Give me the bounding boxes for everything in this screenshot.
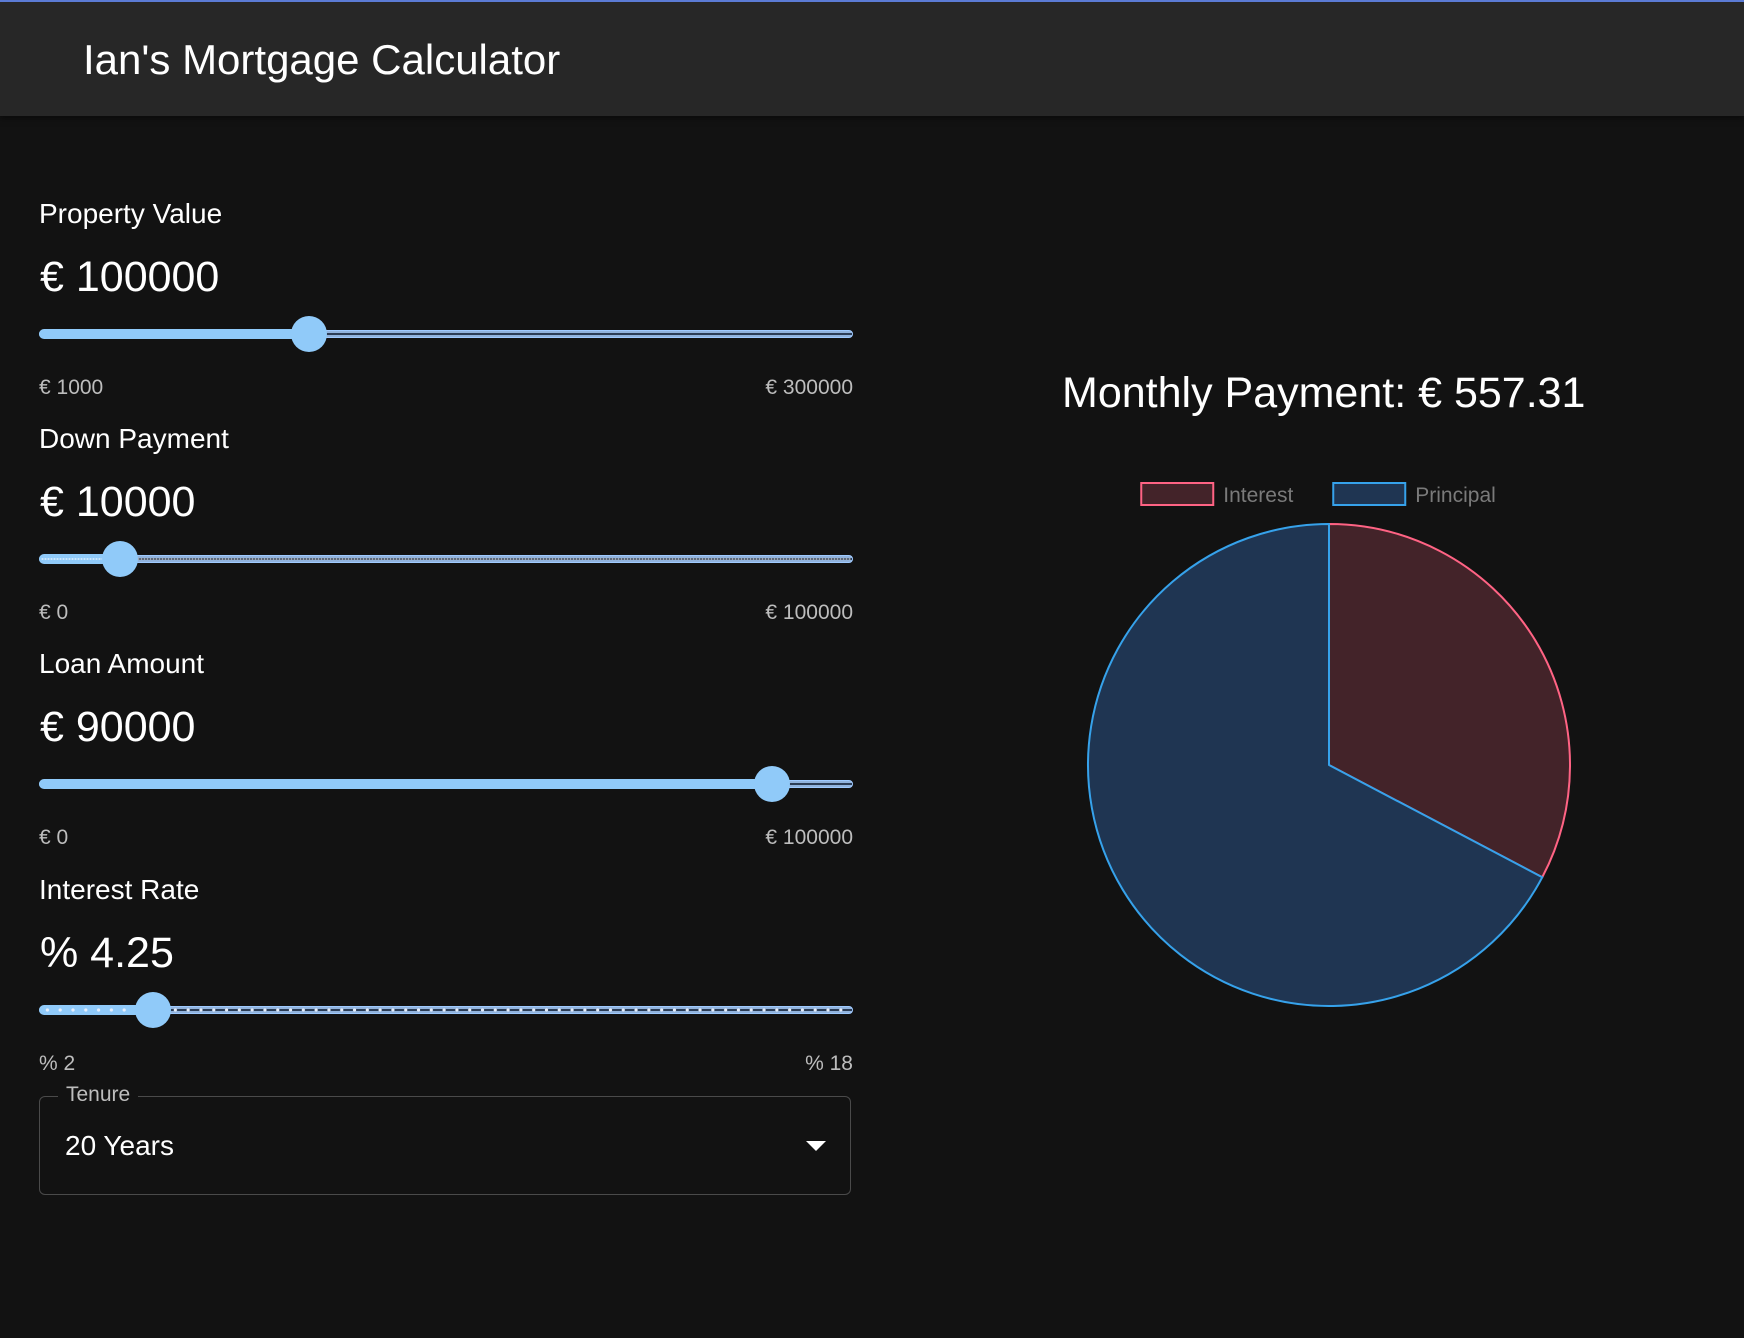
down-payment-label: Down Payment [39, 423, 229, 454]
interest-rate-max-label: % 18 [805, 1052, 853, 1075]
app-title: Ian's Mortgage Calculator [83, 36, 561, 83]
slider-fill [39, 779, 772, 789]
monthly-payment-heading: Monthly Payment: € 557.31 [1062, 369, 1586, 417]
property-value-max-label: € 300000 [765, 376, 853, 399]
down-payment-max-label: € 100000 [765, 601, 853, 624]
slider-thumb[interactable] [102, 541, 139, 577]
loan-amount-min-label: € 0 [39, 826, 69, 849]
legend-label-interest[interactable]: Interest [1223, 484, 1293, 507]
down-payment-slider[interactable] [39, 537, 853, 581]
property-value-amount: € 100000 [40, 253, 220, 301]
property-value-label: Property Value [39, 198, 223, 229]
down-payment-min-label: € 0 [39, 601, 69, 624]
interest-rate-slider[interactable] [39, 988, 853, 1032]
slider-step-marks [41, 557, 851, 561]
slider-thumb[interactable] [290, 316, 327, 352]
loan-amount-slider[interactable] [39, 762, 853, 806]
legend-swatch-principal[interactable] [1332, 482, 1407, 506]
interest-rate-label: Interest Rate [39, 874, 200, 905]
loan-amount-amount: € 90000 [40, 703, 196, 751]
slider-fill [39, 329, 309, 339]
loan-amount-max-label: € 100000 [765, 826, 853, 849]
property-value-min-label: € 1000 [39, 376, 104, 399]
legend-swatch-interest[interactable] [1140, 482, 1215, 506]
chart-legend: Interest Principal [1140, 482, 1496, 507]
property-value-control: Property Value € 100000 € 1000 € 300000 [39, 198, 853, 423]
dropdown-caret-icon[interactable] [806, 1141, 826, 1151]
slider-thumb[interactable] [753, 766, 790, 802]
interest-rate-control: Interest Rate % 4.25 % 2 % 18 [39, 874, 853, 1099]
loan-amount-control: Loan Amount € 90000 € 0 € 100000 [39, 648, 853, 873]
tenure-label: Tenure [58, 1081, 139, 1109]
tenure-select[interactable]: Tenure 20 Years [39, 1081, 851, 1195]
down-payment-control: Down Payment € 10000 € 0 € 100000 [39, 423, 853, 648]
payment-breakdown-pie-chart: Interest Principal [1087, 482, 1571, 1007]
slider-thumb[interactable] [135, 992, 172, 1028]
interest-rate-min-label: % 2 [39, 1052, 76, 1075]
property-value-slider[interactable] [39, 312, 853, 356]
tenure-selected-value: 20 Years [65, 1130, 174, 1161]
loan-amount-label: Loan Amount [39, 648, 205, 679]
pie-slices [1087, 523, 1571, 1007]
interest-rate-amount: % 4.25 [40, 929, 174, 977]
legend-label-principal[interactable]: Principal [1415, 484, 1496, 507]
app-bar: Ian's Mortgage Calculator [0, 0, 1744, 116]
down-payment-amount: € 10000 [40, 478, 196, 526]
